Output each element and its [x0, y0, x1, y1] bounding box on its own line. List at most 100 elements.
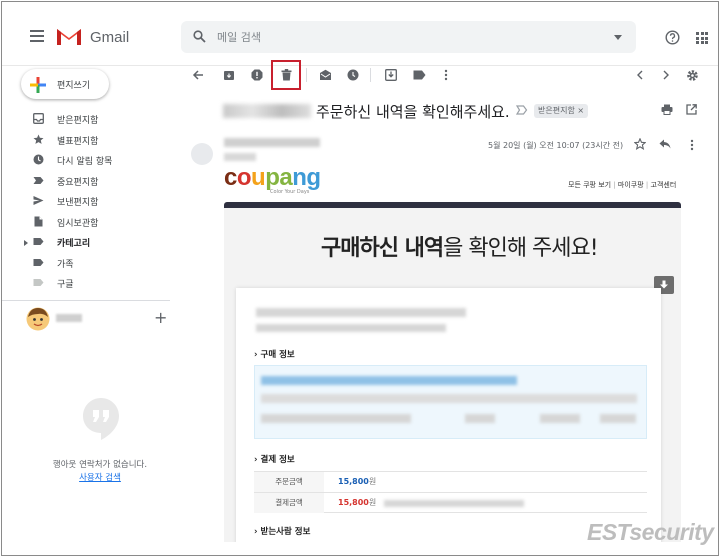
importance-marker-icon[interactable] — [516, 105, 528, 115]
report-spam-button[interactable] — [246, 64, 268, 86]
recipient-blurred — [224, 153, 256, 161]
sidebar-item-label: 별표편지함 — [57, 136, 99, 147]
newer-button[interactable] — [629, 64, 651, 86]
reply-icon[interactable] — [659, 139, 671, 149]
brand-tagline: Color Your Days — [270, 189, 310, 195]
label-icon — [33, 279, 44, 286]
search-icon[interactable] — [193, 30, 206, 43]
top-header: Gmail 메일 검색 — [2, 2, 718, 66]
search-people-link[interactable]: 사용자 검색 — [22, 471, 178, 483]
email-top-links: 모든 쿠팡 보기 | 마이쿠팡 | 고객센터 — [568, 181, 677, 189]
compose-plus-icon — [30, 77, 46, 93]
link-all-coupang[interactable]: 모든 쿠팡 보기 — [568, 181, 611, 189]
delete-button[interactable] — [275, 64, 297, 86]
blurred-price — [540, 414, 580, 423]
sidebar-nav: 받은편지함 별표편지함 다시 알림 항목 중요편지함 보낸편지함 임시보관함 카… — [2, 109, 180, 294]
move-to-button[interactable] — [380, 64, 402, 86]
sender-name-blurred — [224, 138, 320, 147]
compose-button[interactable]: 편지쓰기 — [21, 69, 109, 99]
sidebar-item-family[interactable]: 가족 — [2, 253, 180, 274]
sidebar-item-label: 보낸편지함 — [57, 198, 99, 208]
sidebar-item-categories[interactable]: 카테고리 — [2, 232, 180, 253]
sidebar-item-label: 받은편지함 — [57, 116, 99, 126]
blurred-product-link[interactable] — [261, 376, 517, 385]
sidebar-item-starred[interactable]: 별표편지함 — [2, 130, 180, 151]
link-my-coupang[interactable]: 마이쿠팡 — [618, 181, 644, 189]
label-icon — [33, 258, 44, 266]
sidebar-item-label: 임시보관함 — [57, 218, 99, 229]
payment-key: 결제금액 — [254, 493, 324, 513]
sidebar-item-label: 카테고리 — [57, 239, 91, 249]
archive-button[interactable] — [218, 64, 240, 86]
sidebar-item-google[interactable]: 구글 — [2, 273, 180, 294]
sidebar-item-important[interactable]: 중요편지함 — [2, 171, 180, 192]
section-recipient-info: 받는사람 정보 — [254, 525, 311, 537]
blurred-text — [256, 308, 466, 317]
sidebar-item-sent[interactable]: 보낸편지함 — [2, 191, 180, 212]
back-button[interactable] — [187, 64, 209, 86]
hangouts-user-name-blurred — [56, 314, 82, 322]
clock-icon — [33, 154, 44, 165]
email-date: 5월 20일 (월) 오전 10:07 (23시간 전) — [488, 141, 624, 150]
payment-row-paid-amount: 결제금액 15,800원 — [254, 492, 647, 513]
main-menu-icon[interactable] — [30, 30, 44, 42]
snooze-clock-icon — [347, 69, 359, 81]
add-contact-icon[interactable]: + — [154, 308, 167, 327]
star-icon — [33, 134, 44, 144]
more-vert-icon — [444, 69, 448, 81]
send-icon — [33, 196, 44, 205]
gmail-logo-icon[interactable] — [56, 26, 82, 46]
label-icon — [33, 238, 44, 245]
sidebar-item-inbox[interactable]: 받은편지함 — [2, 109, 180, 130]
help-icon[interactable] — [665, 30, 680, 45]
settings-button[interactable] — [681, 64, 703, 86]
apps-grid-icon[interactable] — [696, 32, 708, 44]
toolbar-separator — [306, 68, 307, 82]
expand-arrow-icon[interactable] — [24, 240, 28, 246]
payment-key: 주문금액 — [254, 472, 324, 492]
sidebar-item-drafts[interactable]: 임시보관함 — [2, 212, 180, 233]
coupang-logo: coupang — [224, 164, 321, 191]
star-outline-icon[interactable] — [634, 138, 646, 150]
search-bar[interactable]: 메일 검색 — [181, 21, 636, 53]
chevron-left-icon — [637, 70, 643, 80]
archive-icon — [224, 71, 234, 80]
gmail-logo-text: Gmail — [90, 29, 130, 46]
purchase-info-box — [254, 365, 647, 439]
mark-unread-icon — [319, 69, 331, 80]
blurred-product-name — [261, 414, 411, 423]
blurred-qty — [465, 414, 495, 423]
label-icon — [413, 70, 425, 80]
snooze-button[interactable] — [342, 64, 364, 86]
print-icon[interactable] — [661, 104, 673, 115]
payment-row-order-amount: 주문금액 15,800원 — [254, 471, 647, 492]
search-options-icon[interactable] — [614, 35, 622, 40]
sidebar-item-label: 가족 — [57, 259, 74, 270]
hangouts-quote-icon — [83, 398, 119, 440]
blurred-table-header — [261, 394, 637, 403]
hangouts-avatar[interactable] — [26, 307, 50, 331]
more-vert-icon[interactable] — [690, 139, 694, 151]
important-icon — [33, 176, 44, 184]
chevron-right-icon — [663, 70, 669, 80]
sidebar-item-snoozed[interactable]: 다시 알림 항목 — [2, 150, 180, 171]
report-spam-icon — [251, 69, 263, 81]
more-options-button[interactable] — [435, 64, 457, 86]
older-button[interactable] — [655, 64, 677, 86]
sidebar-item-label: 중요편지함 — [57, 177, 99, 188]
mark-unread-button[interactable] — [314, 64, 336, 86]
blurred-payment-method — [384, 500, 524, 507]
draft-icon — [34, 216, 43, 226]
compose-label: 편지쓰기 — [57, 81, 91, 91]
open-new-window-icon[interactable] — [686, 104, 697, 115]
subject-prefix-blurred — [223, 104, 311, 118]
hangouts-empty-text: 행아웃 연락처가 없습니다. — [52, 460, 148, 470]
section-purchase-info: 구매 정보 — [254, 348, 295, 360]
link-customer-center[interactable]: 고객센터 — [651, 181, 677, 189]
search-placeholder: 메일 검색 — [217, 31, 261, 44]
inbox-label-chip[interactable]: 받은편지함 × — [534, 104, 589, 118]
section-payment-info: 결제 정보 — [254, 453, 295, 465]
labels-button[interactable] — [408, 64, 430, 86]
browser-frame: Gmail 메일 검색 편지쓰기 받은편지함 별표편지함 다시 알림 항목 중요… — [1, 1, 719, 556]
payment-table: 주문금액 15,800원 결제금액 15,800원 — [254, 471, 647, 513]
